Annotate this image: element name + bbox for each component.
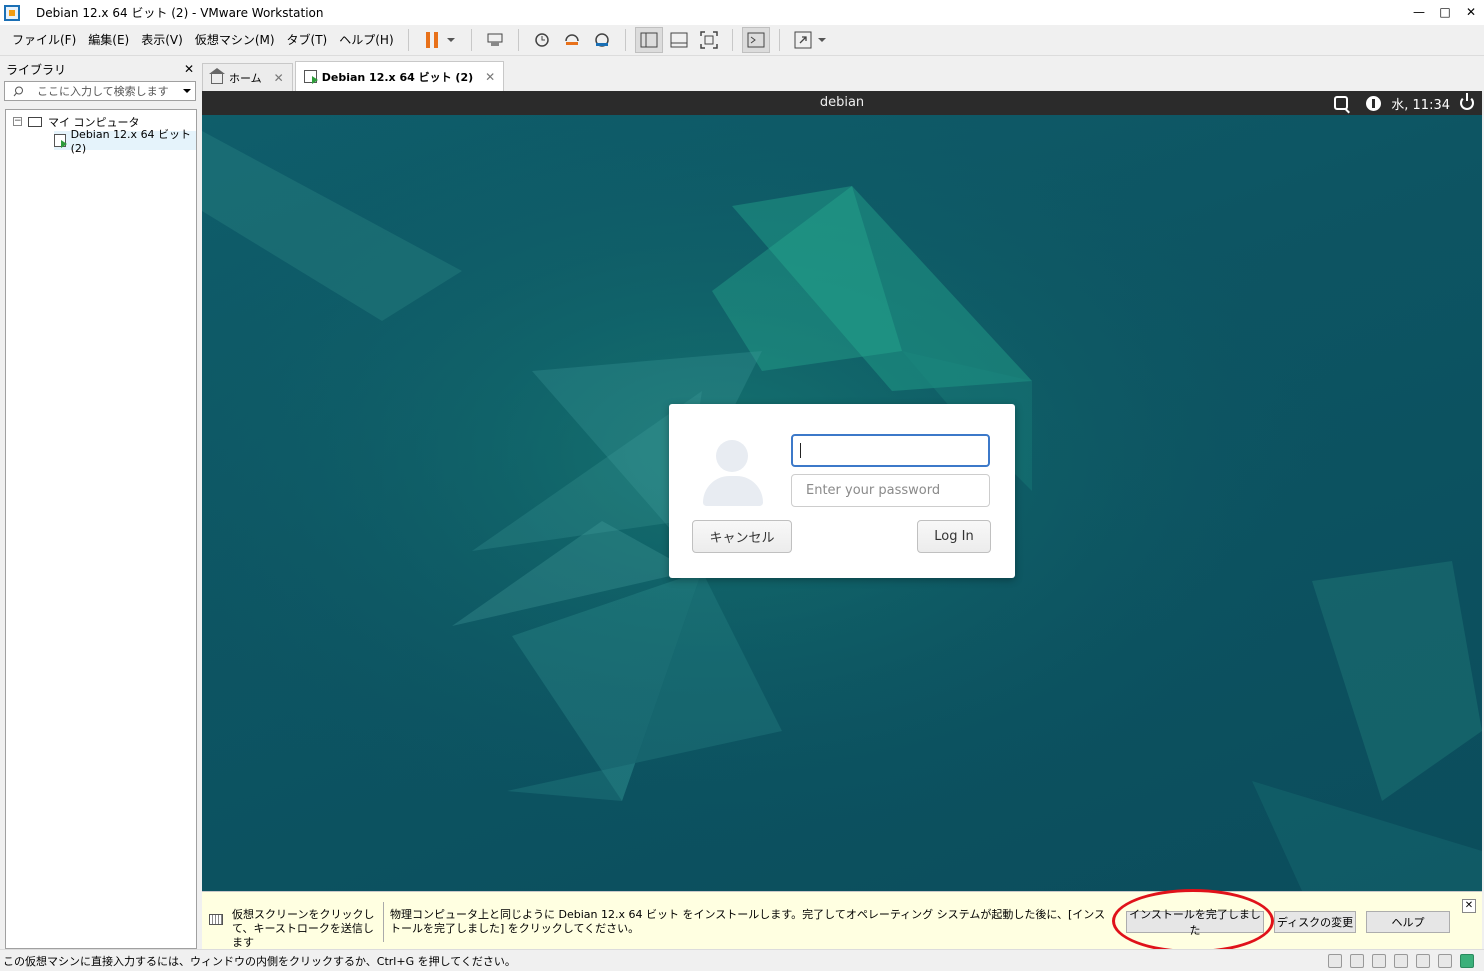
view-thumbnail-button[interactable] — [665, 27, 693, 53]
search-dropdown-icon[interactable] — [183, 89, 191, 93]
status-message: この仮想マシンに直接入力するには、ウィンドウの内側をクリックするか、Ctrl+G… — [3, 954, 516, 968]
info-bar-close-icon[interactable]: ✕ — [1462, 899, 1476, 913]
tree-item-label: Debian 12.x 64 ビット (2) — [70, 128, 192, 155]
username-field[interactable] — [791, 434, 990, 467]
menu-view[interactable]: 表示(V) — [135, 25, 189, 56]
accessibility-icon[interactable] — [1366, 95, 1382, 111]
tab-close-icon[interactable]: ✕ — [485, 70, 495, 84]
vmware-app-icon — [4, 4, 20, 21]
library-title: ライブラリ — [6, 62, 67, 77]
view-library-icon — [640, 32, 658, 48]
library-panel: ライブラリ ✕ ここに入力して検索します − マイ コンピュータ Debian … — [0, 57, 200, 949]
toolbar-separator — [731, 29, 733, 51]
send-ctrl-alt-del-button[interactable] — [481, 27, 509, 53]
tab-strip: ホーム ✕ Debian 12.x 64 ビット (2) ✕ — [202, 61, 506, 91]
toolbar-separator — [778, 29, 780, 51]
toolbar-separator — [407, 29, 409, 51]
keyboard-icon — [209, 914, 223, 925]
tab-home[interactable]: ホーム ✕ — [202, 63, 293, 91]
library-search-placeholder: ここに入力して検索します — [37, 85, 169, 98]
snapshot-manager-button[interactable] — [588, 27, 616, 53]
menu-help[interactable]: ヘルプ(H) — [333, 25, 399, 56]
pause-icon — [425, 32, 438, 48]
stretch-button[interactable] — [789, 27, 817, 53]
menu-vm[interactable]: 仮想マシン(M) — [189, 25, 281, 56]
tab-debian-vm[interactable]: Debian 12.x 64 ビット (2) ✕ — [294, 61, 505, 91]
snapshot-take-icon — [534, 33, 549, 47]
install-info-bar: 仮想スクリーンをクリックして、キーストロークを送信します 物理コンピュータ上と同… — [202, 891, 1482, 949]
top-bar-indicators: 水, 11:34 — [1334, 91, 1474, 115]
library-search-input[interactable]: ここに入力して検索します — [4, 81, 196, 101]
view-library-button[interactable] — [634, 27, 663, 53]
maximize-button[interactable]: □ — [1432, 0, 1458, 25]
view-thumbnail-icon — [670, 32, 688, 48]
vm-running-icon — [303, 70, 318, 84]
change-disk-button[interactable]: ディスクの変更 — [1274, 911, 1356, 933]
toolbar-separator — [470, 29, 472, 51]
password-field[interactable] — [791, 474, 990, 507]
click-hint-text: 仮想スクリーンをクリックして、キーストロークを送信します — [232, 908, 375, 949]
view-fullscreen-button[interactable] — [695, 27, 723, 53]
menu-edit[interactable]: 編集(E) — [82, 25, 135, 56]
login-dialog: キャンセル Log In — [669, 404, 1015, 578]
library-tree: − マイ コンピュータ Debian 12.x 64 ビット (2) — [5, 109, 197, 949]
library-close-button[interactable]: ✕ — [184, 62, 194, 76]
usb-icon[interactable] — [1394, 954, 1408, 968]
install-instruction-text: 物理コンピュータ上と同じように Debian 12.x 64 ビット をインスト… — [390, 908, 1106, 935]
stretch-icon — [794, 31, 812, 49]
stretch-dropdown-arrow[interactable] — [817, 38, 826, 42]
pause-button[interactable] — [418, 27, 446, 53]
message-log-icon[interactable] — [1460, 954, 1474, 968]
tab-label: Debian 12.x 64 ビット (2) — [321, 70, 474, 84]
user-avatar-icon — [701, 438, 765, 510]
collapse-icon[interactable]: − — [13, 117, 22, 126]
power-dropdown-arrow[interactable] — [446, 38, 455, 42]
snapshot-revert-button[interactable] — [558, 27, 586, 53]
menu-tabs[interactable]: タブ(T) — [281, 25, 334, 56]
log-in-button[interactable]: Log In — [917, 520, 991, 553]
hard-disk-icon[interactable] — [1328, 954, 1342, 968]
tree-item-debian-vm[interactable]: Debian 12.x 64 ビット (2) — [54, 128, 196, 155]
window-titlebar: Debian 12.x 64 ビット (2) - VMware Workstat… — [0, 0, 1484, 25]
finish-install-button[interactable]: インストールを完了しました — [1126, 908, 1264, 937]
computer-icon — [28, 116, 42, 127]
power-icon[interactable] — [1460, 93, 1474, 110]
close-button[interactable]: ✕ — [1458, 0, 1484, 25]
library-header: ライブラリ ✕ — [0, 57, 200, 81]
text-cursor — [800, 443, 801, 458]
guest-hostname: debian — [819, 95, 865, 110]
vm-running-icon — [54, 134, 67, 148]
cancel-button[interactable]: キャンセル — [692, 520, 792, 553]
send-ctrl-alt-del-icon — [487, 33, 503, 46]
device-status-icons — [1328, 954, 1474, 968]
cd-dvd-icon[interactable] — [1350, 954, 1364, 968]
network-icon[interactable] — [1372, 954, 1386, 968]
sound-icon[interactable] — [1416, 954, 1430, 968]
screen-reader-icon[interactable] — [1334, 96, 1349, 110]
toolbar-separator — [517, 29, 519, 51]
gnome-top-bar: debian 水, 11:34 — [202, 91, 1482, 115]
menu-file[interactable]: ファイル(F) — [6, 25, 82, 56]
search-icon — [13, 86, 23, 97]
status-bar: この仮想マシンに直接入力するには、ウィンドウの内側をクリックするか、Ctrl+G… — [0, 949, 1484, 971]
console-icon — [747, 32, 765, 48]
tab-label: ホーム — [229, 71, 262, 85]
help-button[interactable]: ヘルプ — [1366, 911, 1450, 933]
info-separator — [383, 902, 384, 942]
toolbar-separator — [624, 29, 626, 51]
snapshot-manager-icon — [594, 33, 609, 47]
snapshot-revert-icon — [564, 34, 579, 45]
home-icon — [209, 68, 225, 84]
snapshot-take-button[interactable] — [528, 27, 556, 53]
menubar: ファイル(F) 編集(E) 表示(V) 仮想マシン(M) タブ(T) ヘルプ(H… — [0, 25, 1484, 56]
vm-guest-screen[interactable]: debian 水, 11:34 キャンセル Log In — [202, 91, 1482, 891]
console-button[interactable] — [741, 27, 770, 53]
view-fullscreen-icon — [699, 31, 718, 49]
minimize-button[interactable]: — — [1406, 0, 1432, 25]
guest-clock[interactable]: 水, 11:34 — [1391, 94, 1450, 113]
display-icon[interactable] — [1438, 954, 1452, 968]
window-title: Debian 12.x 64 ビット (2) - VMware Workstat… — [36, 6, 324, 20]
tab-close-icon[interactable]: ✕ — [274, 71, 284, 85]
